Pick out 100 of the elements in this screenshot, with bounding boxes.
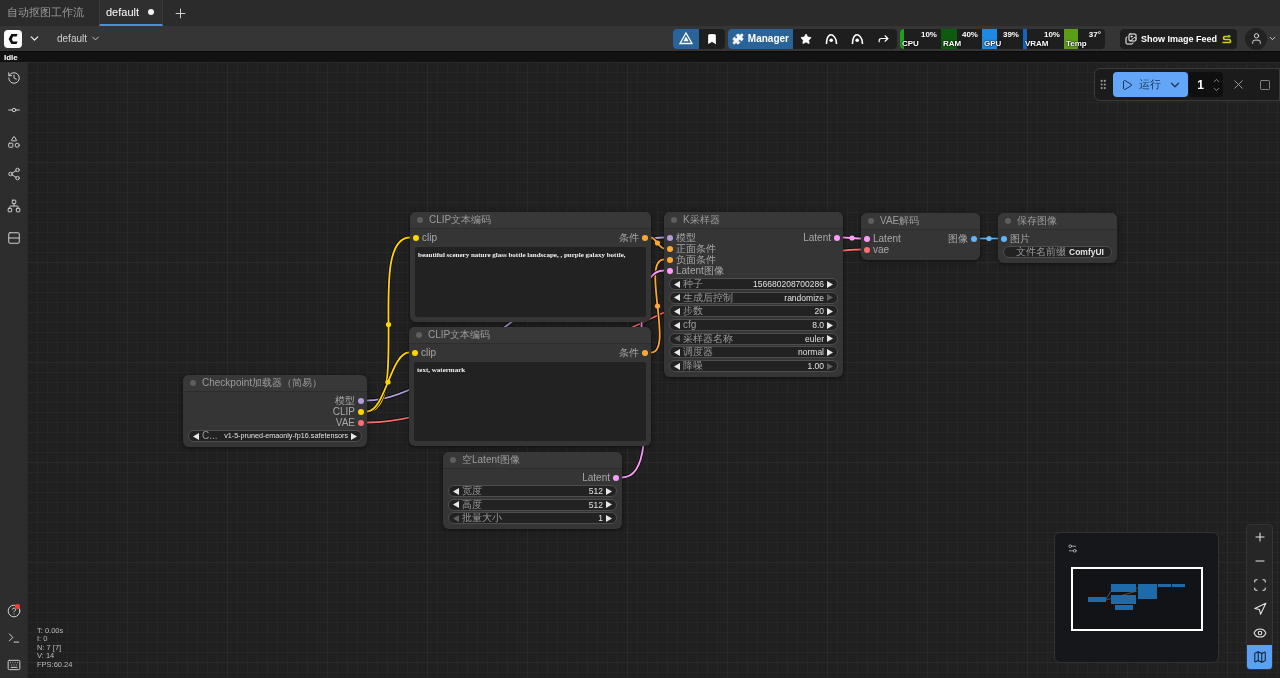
user-icon[interactable] [1249,32,1263,45]
right-arrow-icon[interactable] [606,487,612,495]
collapse-dot-icon[interactable] [417,217,423,223]
shapes-icon[interactable] [6,135,21,149]
meter-reading: 37° [1088,30,1101,39]
right-arrow-icon[interactable] [606,514,612,522]
widget-field[interactable]: 宽度 512 [448,485,617,497]
slot-dot-icon[interactable] [667,234,673,241]
left-arrow-icon[interactable] [193,432,199,440]
terminal-icon[interactable] [6,630,21,645]
slot-dot-icon[interactable] [667,256,673,263]
left-arrow-icon[interactable] [674,321,680,329]
widget-field[interactable]: 调度器 normal [669,346,838,359]
left-arrow-icon[interactable] [674,348,680,356]
logo-icon[interactable] [4,29,22,48]
left-arrow-icon[interactable] [674,362,680,370]
widget-field[interactable]: 步数 20 [669,305,838,318]
image-feed-button[interactable]: Show Image Feed [1119,28,1237,49]
extension-button[interactable] [672,28,699,49]
map-icon[interactable] [1252,650,1267,664]
left-arrow-icon[interactable] [674,280,680,288]
widget-field[interactable]: 生成后控制 randomize [669,291,838,304]
triangle-logo-icon[interactable] [678,32,693,45]
arch-icon[interactable] [825,32,839,45]
widget-label: cfg [683,320,698,331]
collapse-dot-icon[interactable] [671,217,677,223]
meter-label: RAM [942,39,962,48]
slot-dot-icon[interactable] [1001,235,1007,242]
widget-field[interactable]: 种子 156680208700286 [669,278,838,290]
right-arrow-icon[interactable] [606,501,612,509]
node-title: Checkpoint加载器（简易） [202,377,323,389]
fit-view-icon[interactable] [1252,578,1267,592]
widget-field[interactable]: 批量大小 1 [448,512,617,525]
right-arrow-icon[interactable] [827,348,833,356]
collapse-dot-icon[interactable] [450,457,456,463]
widget-label: 批量大小 [462,513,503,524]
run-button[interactable]: 运行 [1113,72,1162,97]
rows-icon[interactable] [6,231,21,245]
right-arrow-icon[interactable] [827,335,833,343]
node-title: 空Latent图像 [462,454,520,466]
right-arrow-icon[interactable] [827,280,833,288]
batch-count-field[interactable]: 1 [1189,72,1223,97]
workflow-tab[interactable]: 自动抠图工作流 [0,0,93,26]
bookmark-icon[interactable] [705,32,718,45]
zoom-in-icon[interactable] [1252,530,1267,544]
run-options-button[interactable] [1161,72,1189,97]
right-arrow-icon[interactable] [351,432,357,440]
help-icon[interactable] [6,603,21,618]
widget-value: 512 [588,486,603,496]
collapse-dot-icon[interactable] [868,218,874,224]
arch-icon[interactable] [851,32,865,45]
collapse-dot-icon[interactable] [190,380,196,386]
widget-field[interactable]: cfg 8.0 [669,319,838,332]
square-icon[interactable] [1258,78,1271,91]
slot-dot-icon[interactable] [412,349,418,356]
pointer-arrow-icon[interactable] [1252,602,1267,616]
slot-dot-icon[interactable] [667,267,673,274]
collapse-dot-icon[interactable] [416,332,422,338]
slot-dot-icon[interactable] [413,234,419,241]
collapse-dot-icon[interactable] [1005,218,1011,224]
minimap-toggle-button[interactable] [1247,645,1272,669]
slot-dot-icon[interactable] [971,235,977,242]
plus-icon[interactable] [172,5,188,21]
slot-dot-icon[interactable] [667,245,673,252]
widget-field[interactable]: 降噪 1.00 [669,360,838,373]
input-label: 负面条件 [676,254,716,265]
workflow-name-button[interactable]: default [57,33,102,44]
meter-reading: 39% [1002,30,1019,39]
left-arrow-icon[interactable] [674,294,680,302]
slot-dot-icon[interactable] [642,349,648,356]
slot-dot-icon[interactable] [864,246,870,253]
nodes-icon[interactable] [6,167,21,181]
slot-dot-icon[interactable] [358,408,364,415]
share-arrow-icon[interactable] [877,32,891,45]
slot-dot-icon[interactable] [864,235,870,242]
minimap-preview[interactable] [1071,567,1203,631]
main-menu-button[interactable] [4,29,41,48]
left-arrow-icon[interactable] [674,307,680,315]
slot-dot-icon[interactable] [358,419,364,426]
keyboard-icon[interactable] [6,657,21,672]
widget-field[interactable]: 高度 512 [448,498,617,511]
chevron-down-icon[interactable] [1268,34,1277,43]
slot-dot-icon[interactable] [358,397,364,404]
left-arrow-icon[interactable] [453,501,459,509]
widget-label: 调度器 [683,347,714,358]
workflow-tab[interactable]: default [99,0,164,26]
left-arrow-icon[interactable] [453,487,459,495]
slot-dot-icon[interactable] [613,474,619,481]
widget-field[interactable]: 采样器名称 euler [669,332,838,345]
right-arrow-icon[interactable] [827,307,833,315]
slot-dot-icon[interactable] [642,234,648,241]
history-icon[interactable] [6,71,21,85]
right-arrow-icon[interactable] [827,321,833,329]
slot-dot-icon[interactable] [834,234,840,241]
manager-button[interactable]: Manager [727,28,793,49]
eye-icon[interactable] [1252,626,1267,640]
hierarchy-icon[interactable] [6,199,21,213]
sliders-icon[interactable] [1067,543,1078,554]
star-icon[interactable] [799,32,812,45]
widget-field[interactable]: 文件名前缀 ComfyUI [1003,246,1112,258]
